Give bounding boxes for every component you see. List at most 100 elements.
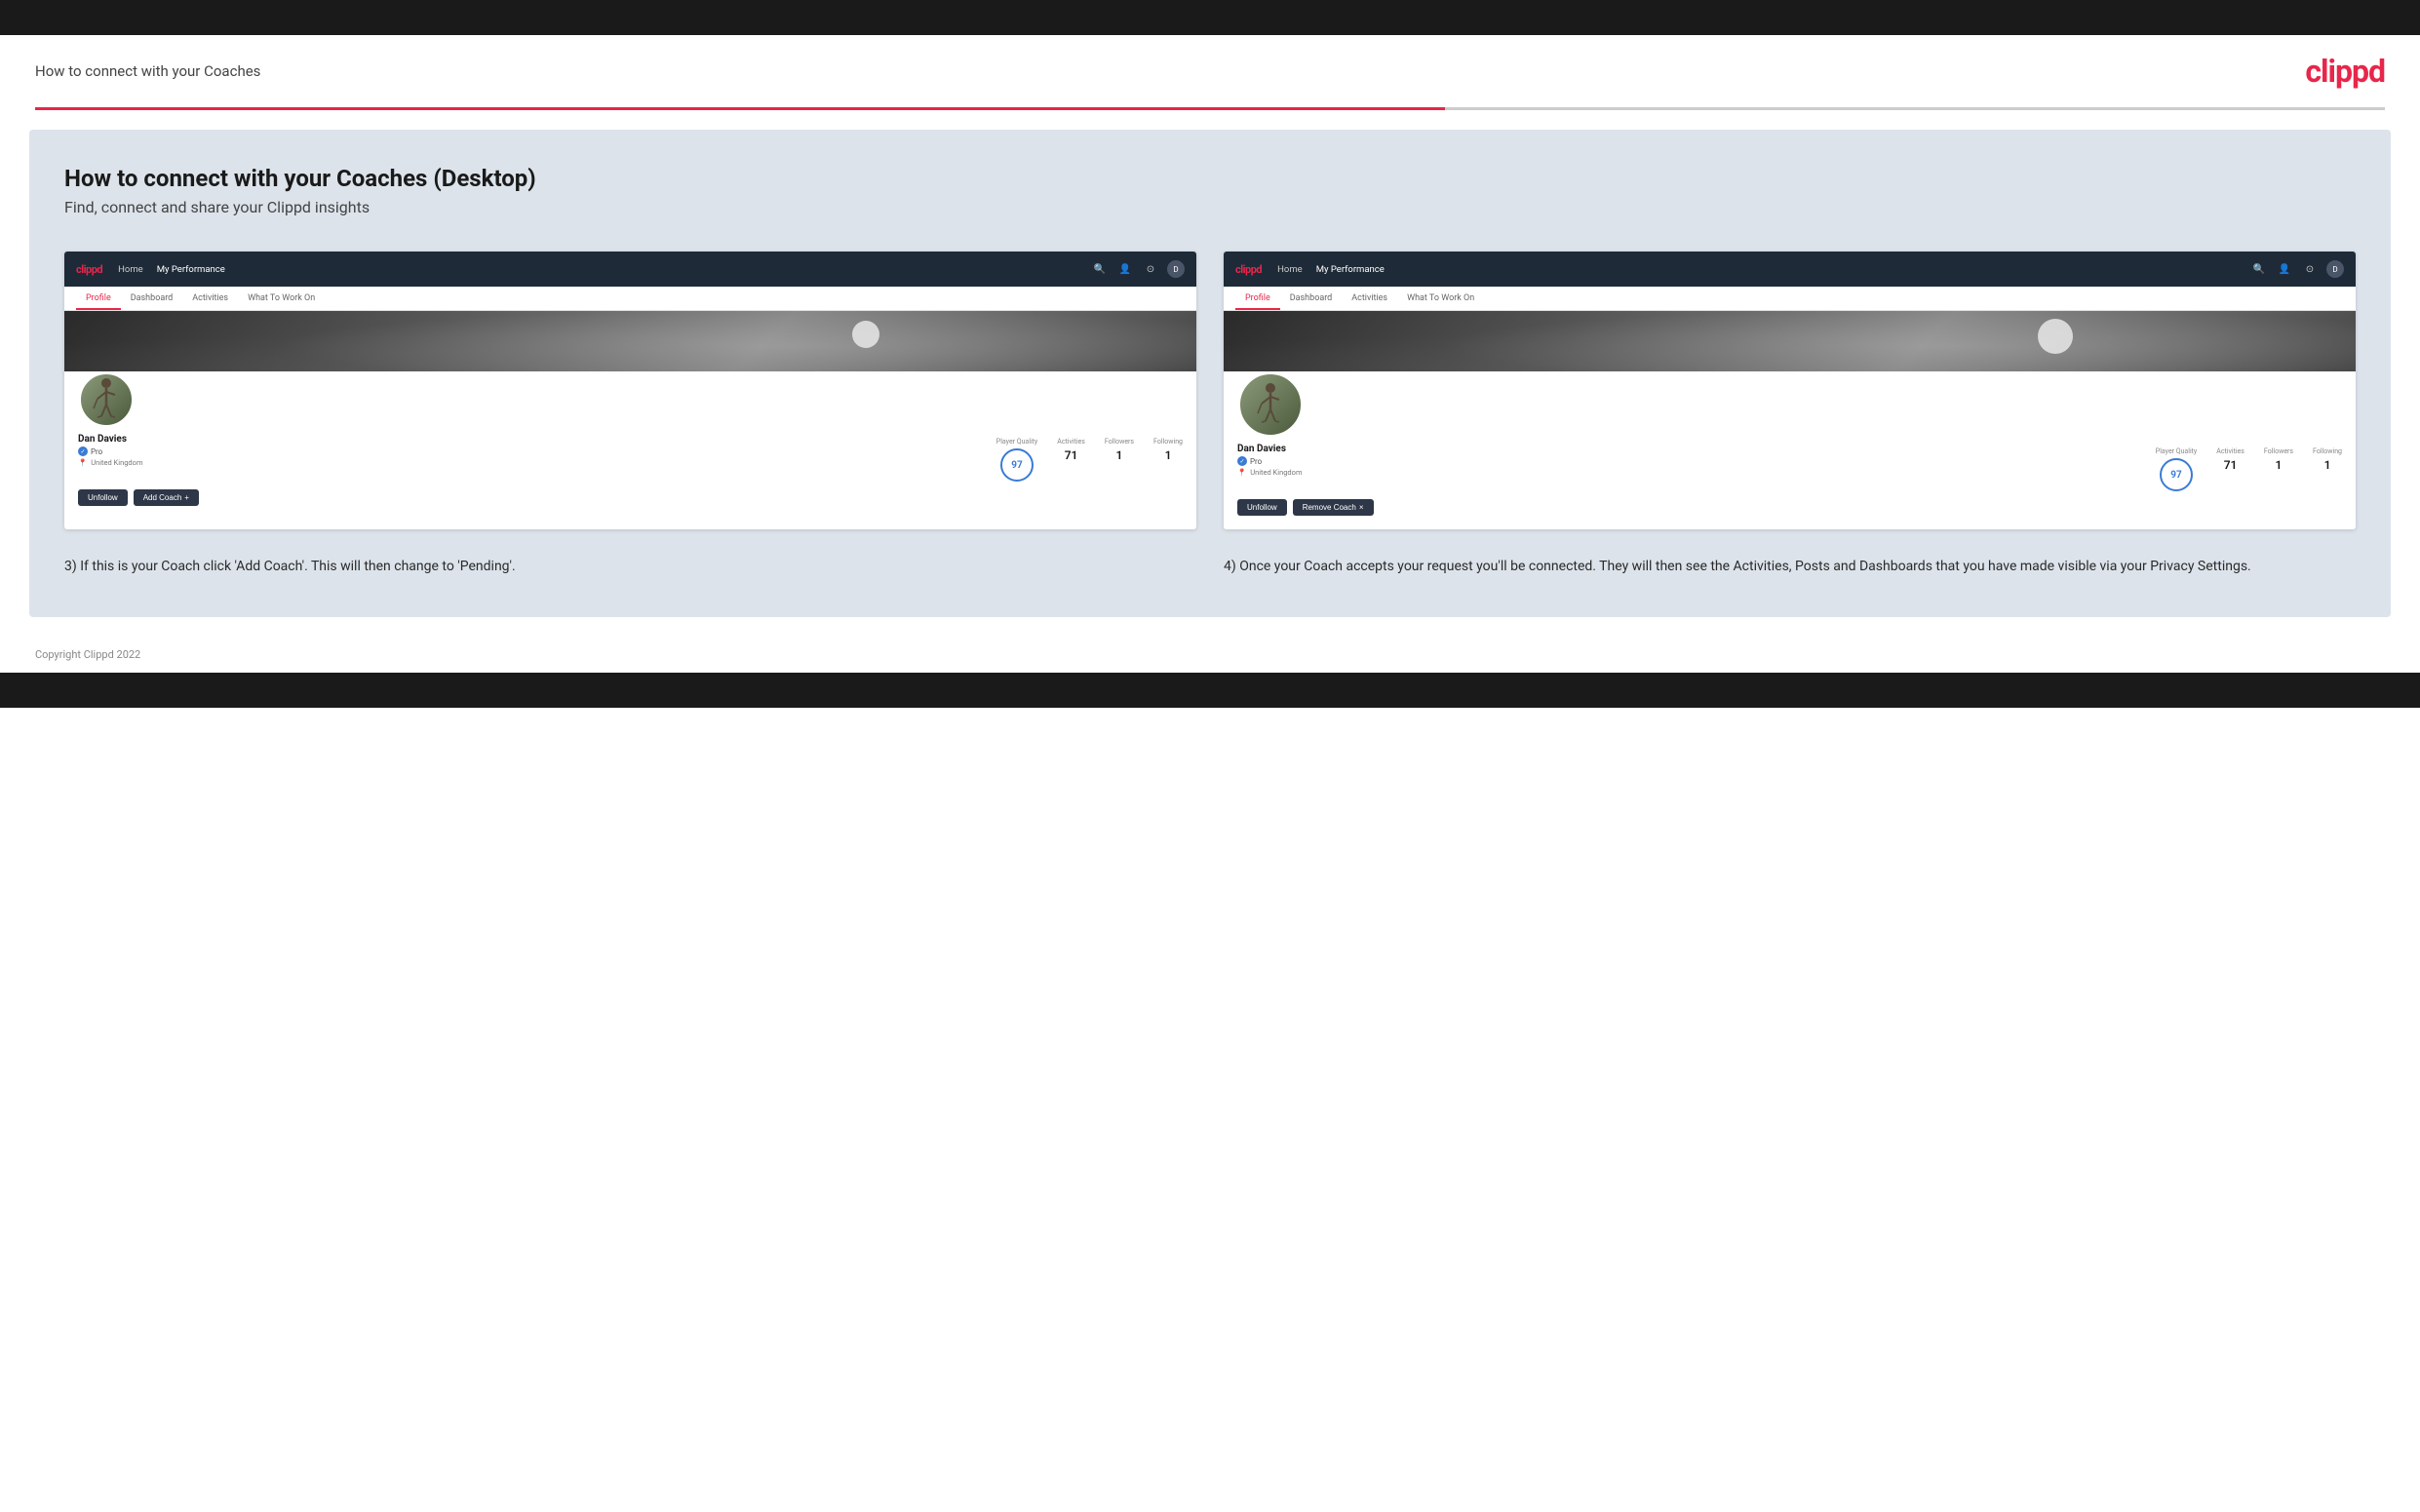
stat-following-label-left: Following	[1153, 438, 1183, 446]
profile-info-left: Dan Davies ✓ Pro 📍 United Kingdom Player	[78, 434, 1183, 482]
tab-profile-left[interactable]: Profile	[76, 287, 121, 310]
screenshot-panel-left: clippd Home My Performance 🔍 👤 ⊙ D Profi…	[64, 252, 1196, 529]
stat-followers-label-left: Followers	[1105, 438, 1134, 446]
add-coach-button[interactable]: Add Coach +	[134, 489, 199, 506]
player-avatar-right	[1237, 371, 1304, 438]
mock-buttons-right: Unfollow Remove Coach ×	[1237, 499, 2342, 516]
desc-text-left: 3) If this is your Coach click 'Add Coac…	[64, 557, 1196, 578]
avatar-wrap-right	[1237, 371, 2342, 438]
badge-row-right: ✓ Pro	[1237, 456, 1354, 466]
main-content: How to connect with your Coaches (Deskto…	[29, 130, 2391, 617]
player-location-left: 📍 United Kingdom	[78, 458, 195, 467]
mock-nav-left: Home My Performance	[118, 264, 1075, 275]
search-icon-left[interactable]: 🔍	[1091, 260, 1109, 278]
quality-circle-right: 97	[2160, 458, 2193, 491]
stat-activities-value-left: 71	[1057, 448, 1085, 462]
screenshot-panel-right: clippd Home My Performance 🔍 👤 ⊙ D Profi…	[1224, 252, 2356, 529]
mock-app-header-right: clippd Home My Performance 🔍 👤 ⊙ D	[1224, 252, 2356, 287]
stat-followers-right: Followers 1	[2264, 447, 2293, 491]
mock-nav-performance-right[interactable]: My Performance	[1316, 264, 1385, 275]
screenshots-row: clippd Home My Performance 🔍 👤 ⊙ D Profi…	[64, 252, 2356, 529]
copyright-text: Copyright Clippd 2022	[35, 648, 140, 661]
mock-tabs-left: Profile Dashboard Activities What To Wor…	[64, 287, 1196, 311]
mock-logo-right: clippd	[1235, 263, 1262, 276]
clippd-logo: clippd	[2305, 53, 2385, 90]
stat-activities-value-right: 71	[2216, 458, 2244, 472]
player-badge-right: Pro	[1250, 457, 1262, 466]
plus-icon: +	[184, 493, 189, 502]
tab-what-to-work-on-right[interactable]: What To Work On	[1397, 287, 1484, 310]
stat-quality-label-right: Player Quality	[2156, 447, 2197, 455]
stat-followers-label-right: Followers	[2264, 447, 2293, 455]
profile-info-right: Dan Davies ✓ Pro 📍 United Kingdom Player	[1237, 444, 2342, 491]
tab-activities-right[interactable]: Activities	[1342, 287, 1397, 310]
page-title: How to connect with your Coaches	[35, 62, 260, 80]
badge-row-left: ✓ Pro	[78, 446, 195, 456]
quality-circle-left: 97	[1000, 448, 1034, 482]
avatar-icon-right[interactable]: D	[2326, 260, 2344, 278]
bottom-bar	[0, 673, 2420, 708]
desc-panel-right: 4) Once your Coach accepts your request …	[1224, 557, 2356, 578]
stat-followers-value-left: 1	[1105, 448, 1134, 462]
mock-tabs-right: Profile Dashboard Activities What To Wor…	[1224, 287, 2356, 311]
desc-panel-left: 3) If this is your Coach click 'Add Coac…	[64, 557, 1196, 578]
stat-activities-label-left: Activities	[1057, 438, 1085, 446]
golfer-svg-left	[90, 377, 123, 422]
description-row: 3) If this is your Coach click 'Add Coac…	[64, 557, 2356, 578]
mock-header-icons-left: 🔍 👤 ⊙ D	[1091, 260, 1185, 278]
search-icon-right[interactable]: 🔍	[2250, 260, 2268, 278]
stat-following-right: Following 1	[2313, 447, 2342, 491]
tab-dashboard-right[interactable]: Dashboard	[1280, 287, 1343, 310]
stat-following-value-left: 1	[1153, 448, 1183, 462]
player-name-left: Dan Davies	[78, 434, 195, 445]
player-badge-left: Pro	[91, 447, 102, 456]
stat-following-value-right: 1	[2313, 458, 2342, 472]
stat-activities-left: Activities 71	[1057, 438, 1085, 482]
player-name-right: Dan Davies	[1237, 444, 1354, 454]
verified-icon-right: ✓	[1237, 456, 1247, 466]
mock-profile-section-right: Dan Davies ✓ Pro 📍 United Kingdom Player	[1224, 371, 2356, 529]
stat-quality-label-left: Player Quality	[996, 438, 1037, 446]
stat-quality-right: Player Quality 97	[2156, 447, 2197, 491]
mock-nav-home-right[interactable]: Home	[1277, 264, 1303, 275]
page-header: How to connect with your Coaches clippd	[0, 35, 2420, 107]
main-subheading: Find, connect and share your Clippd insi…	[64, 198, 2356, 216]
verified-icon-left: ✓	[78, 446, 88, 456]
unfollow-button-right[interactable]: Unfollow	[1237, 499, 1287, 516]
stat-following-left: Following 1	[1153, 438, 1183, 482]
profile-details-left: Dan Davies ✓ Pro 📍 United Kingdom	[78, 434, 195, 467]
stat-activities-right: Activities 71	[2216, 447, 2244, 491]
unfollow-button-left[interactable]: Unfollow	[78, 489, 128, 506]
player-stats-left: Player Quality 97 Activities 71 Follower…	[195, 434, 1183, 482]
tab-what-to-work-on-left[interactable]: What To Work On	[238, 287, 325, 310]
avatar-wrap-left	[78, 371, 1183, 428]
mock-logo-left: clippd	[76, 263, 102, 276]
mock-buttons-left: Unfollow Add Coach +	[78, 489, 1183, 506]
settings-icon-right[interactable]: ⊙	[2301, 260, 2319, 278]
profile-details-right: Dan Davies ✓ Pro 📍 United Kingdom	[1237, 444, 1354, 477]
stat-following-label-right: Following	[2313, 447, 2342, 455]
person-icon-left[interactable]: 👤	[1116, 260, 1134, 278]
desc-text-right: 4) Once your Coach accepts your request …	[1224, 557, 2356, 578]
settings-icon-left[interactable]: ⊙	[1142, 260, 1159, 278]
close-icon: ×	[1359, 503, 1364, 512]
stat-followers-value-right: 1	[2264, 458, 2293, 472]
stat-followers-left: Followers 1	[1105, 438, 1134, 482]
moon-decoration-right	[2038, 319, 2073, 354]
footer: Copyright Clippd 2022	[0, 637, 2420, 673]
player-location-right: 📍 United Kingdom	[1237, 468, 1354, 477]
tab-profile-right[interactable]: Profile	[1235, 287, 1280, 310]
mock-nav-performance-left[interactable]: My Performance	[157, 264, 225, 275]
remove-coach-button[interactable]: Remove Coach ×	[1293, 499, 1374, 516]
moon-decoration-left	[852, 321, 879, 348]
avatar-icon-left[interactable]: D	[1167, 260, 1185, 278]
header-divider	[35, 107, 2385, 110]
person-icon-right[interactable]: 👤	[2276, 260, 2293, 278]
golfer-svg-right	[1254, 382, 1287, 427]
mock-app-header-left: clippd Home My Performance 🔍 👤 ⊙ D	[64, 252, 1196, 287]
mock-nav-right: Home My Performance	[1277, 264, 2235, 275]
mock-nav-home-left[interactable]: Home	[118, 264, 143, 275]
tab-dashboard-left[interactable]: Dashboard	[121, 287, 183, 310]
tab-activities-left[interactable]: Activities	[182, 287, 238, 310]
top-bar	[0, 0, 2420, 35]
